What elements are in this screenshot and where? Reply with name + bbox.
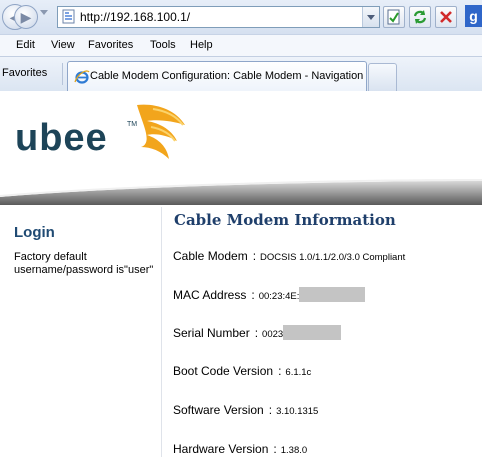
menu-tools[interactable]: Tools xyxy=(150,39,176,51)
address-dropdown-button[interactable] xyxy=(362,7,379,27)
info-label: Software Version xyxy=(173,403,264,417)
menu-favorites[interactable]: Favorites xyxy=(88,39,133,51)
favorites-tab-bar: Favorites Cable Modem Configuration: Cab… xyxy=(0,56,482,92)
logo-wordmark: ubee xyxy=(15,117,108,159)
info-label: Serial Number xyxy=(173,326,250,340)
stop-icon xyxy=(440,11,452,23)
address-bar[interactable]: http://192.168.100.1/ xyxy=(57,6,380,28)
info-row-mac-address: MAC Address:00:23:4E: xyxy=(173,286,366,304)
stop-button[interactable] xyxy=(435,6,457,28)
info-value: 00:23:4E: xyxy=(258,291,300,302)
info-separator: : xyxy=(252,249,257,263)
info-separator: : xyxy=(268,403,273,417)
ubee-wing-icon xyxy=(137,104,185,159)
info-value: 3.10.1315 xyxy=(276,406,319,417)
favorites-button[interactable]: Favorites xyxy=(2,67,47,79)
redaction-block xyxy=(299,287,366,303)
info-row-software-version: Software Version:3.10.1315 xyxy=(173,401,318,419)
menu-bar: Edit View Favorites Tools Help xyxy=(0,34,482,57)
info-label: Boot Code Version xyxy=(173,364,274,378)
menu-view[interactable]: View xyxy=(51,39,75,51)
forward-button[interactable]: ▶ xyxy=(14,5,38,29)
refresh-icon xyxy=(413,10,427,24)
tab-cable-modem[interactable]: Cable Modem Configuration: Cable Modem -… xyxy=(67,61,367,92)
toolbar-divider xyxy=(62,63,63,85)
header-swoosh xyxy=(0,179,482,205)
info-row-hardware-version: Hardware Version:1.38.0 xyxy=(173,440,307,458)
info-value: 6.1.1c xyxy=(285,367,312,378)
info-label: MAC Address xyxy=(173,288,247,302)
login-note: Factory default username/password is"use… xyxy=(14,251,154,276)
new-tab-button[interactable] xyxy=(368,63,397,92)
address-toolbar: ◀ ▶ http://192.168.100.1/ xyxy=(0,0,482,34)
tab-title: Cable Modem Configuration: Cable Modem -… xyxy=(90,70,364,82)
info-value: 1.38.0 xyxy=(280,445,308,456)
compatibility-icon xyxy=(387,9,400,25)
info-row-serial-number: Serial Number:0023 xyxy=(173,324,342,342)
sidebar: Login Factory default username/password … xyxy=(0,207,162,457)
forward-arrow-icon: ▶ xyxy=(20,9,32,25)
info-label: Hardware Version xyxy=(173,442,269,456)
page-title: Cable Modem Information xyxy=(174,211,396,229)
browser-chrome: ◀ ▶ http://192.168.100.1/ xyxy=(0,0,482,92)
info-label: Cable Modem xyxy=(173,249,248,263)
ie-logo-icon xyxy=(74,70,90,84)
search-provider-button[interactable]: g xyxy=(465,5,482,27)
redaction-block xyxy=(283,325,342,341)
menu-help[interactable]: Help xyxy=(190,39,213,51)
info-value: DOCSIS 1.0/1.1/2.0/3.0 Compliant xyxy=(260,252,406,263)
menu-edit[interactable]: Edit xyxy=(16,39,35,51)
page-content: ubee TM Login Factory default username/p… xyxy=(0,91,482,457)
info-separator: : xyxy=(278,364,282,378)
ubee-logo: ubee TM xyxy=(15,99,190,171)
info-row-cable-modem: Cable Modem: DOCSIS 1.0/1.1/2.0/3.0 Compl… xyxy=(173,247,405,265)
url-text: http://192.168.100.1/ xyxy=(80,10,191,24)
info-separator: : xyxy=(251,288,255,302)
refresh-button[interactable] xyxy=(409,6,431,28)
page-icon xyxy=(62,9,75,24)
info-value: 0023 xyxy=(262,329,284,340)
info-separator: : xyxy=(273,442,277,456)
compatibility-view-button[interactable] xyxy=(383,6,405,28)
history-dropdown-icon[interactable] xyxy=(40,10,48,15)
login-link[interactable]: Login xyxy=(14,224,55,241)
info-separator: : xyxy=(254,326,259,340)
main-panel: Cable Modem Information Cable Modem: DOCS… xyxy=(162,207,482,457)
info-row-boot-code-version: Boot Code Version:6.1.1c xyxy=(173,362,311,380)
